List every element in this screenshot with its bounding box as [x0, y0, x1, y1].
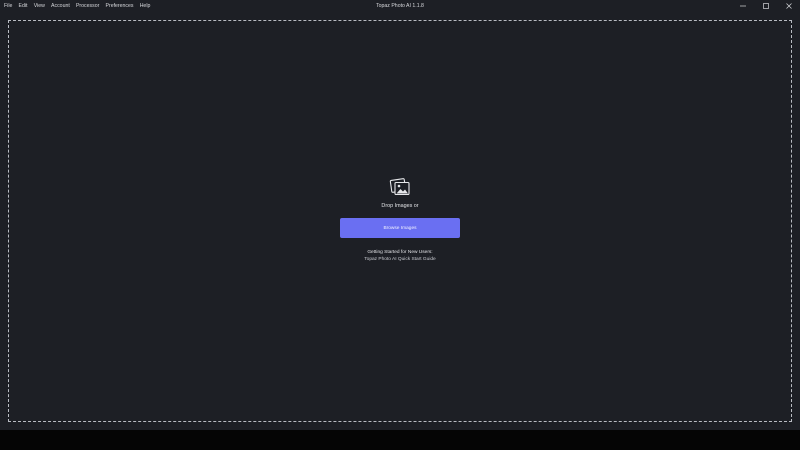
quick-start-guide-link[interactable]: Topaz Photo AI Quick Start Guide — [364, 257, 435, 262]
menu-view[interactable]: View — [34, 0, 45, 12]
browse-images-button[interactable]: Browse Images — [340, 218, 460, 238]
maximize-icon — [762, 3, 769, 9]
menu-bar: File Edit View Account Processor Prefere… — [0, 0, 157, 12]
window-controls — [731, 0, 800, 12]
maximize-button[interactable] — [754, 0, 777, 12]
close-icon — [785, 3, 792, 9]
menu-account[interactable]: Account — [51, 0, 70, 12]
menu-file[interactable]: File — [4, 0, 12, 12]
minimize-button[interactable] — [731, 0, 754, 12]
close-button[interactable] — [777, 0, 800, 12]
title-bar: File Edit View Account Processor Prefere… — [0, 0, 800, 12]
menu-preferences[interactable]: Preferences — [106, 0, 134, 12]
minimize-icon — [739, 5, 746, 7]
menu-help[interactable]: Help — [140, 0, 151, 12]
menu-edit[interactable]: Edit — [19, 0, 28, 12]
quick-start-guide-wrapper: Topaz Photo AI Quick Start Guide — [0, 257, 800, 262]
menu-processor[interactable]: Processor — [76, 0, 99, 12]
bottom-bar — [0, 430, 800, 450]
